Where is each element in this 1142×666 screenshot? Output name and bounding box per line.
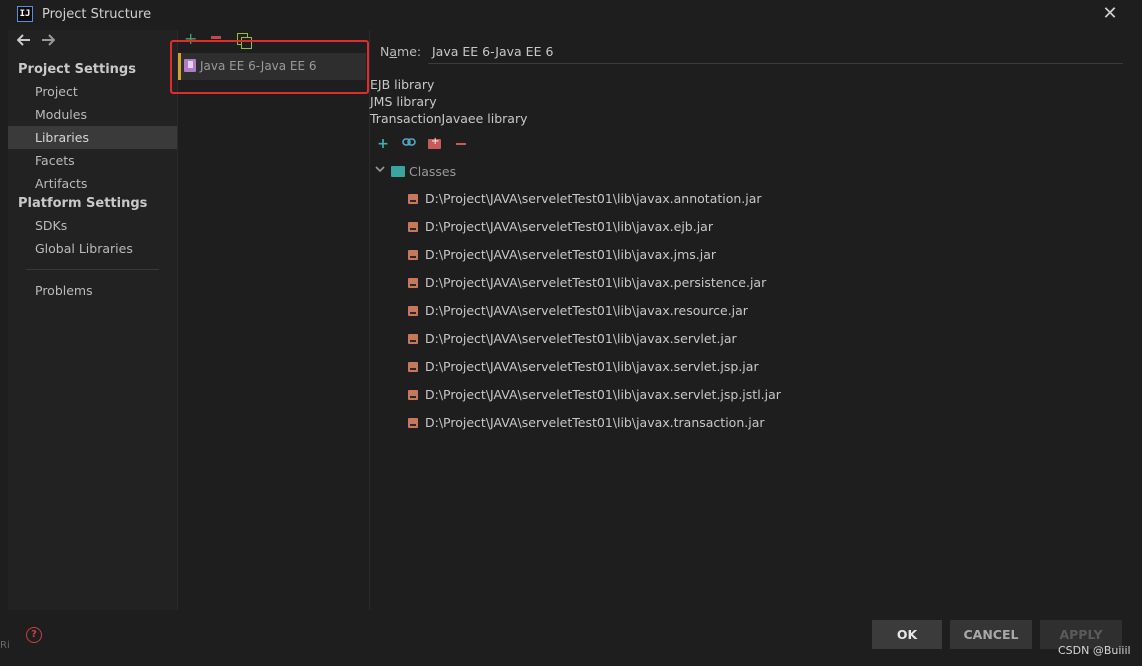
remove-root-button[interactable] <box>456 143 466 145</box>
back-arrow-icon[interactable] <box>16 34 32 50</box>
add-root-button[interactable]: + <box>376 137 390 151</box>
jar-tree-item[interactable]: D:\Project\JAVA\serveletTest01\lib\javax… <box>408 245 716 265</box>
add-folder-icon[interactable] <box>428 136 441 149</box>
classes-tree-node[interactable]: Classes <box>409 164 456 179</box>
cancel-button[interactable]: CANCEL <box>950 620 1032 649</box>
sidebar-item-artifacts[interactable]: Artifacts <box>8 172 177 195</box>
jar-tree-item[interactable]: D:\Project\JAVA\serveletTest01\lib\javax… <box>408 273 766 293</box>
sidebar-separator <box>177 30 178 610</box>
sidebar-item-problems[interactable]: Problems <box>8 279 177 302</box>
sidebar-item-project[interactable]: Project <box>8 80 177 103</box>
jar-tree-item[interactable]: D:\Project\JAVA\serveletTest01\lib\javax… <box>408 189 762 209</box>
jar-tree-item[interactable]: D:\Project\JAVA\serveletTest01\lib\javax… <box>408 329 737 349</box>
jar-tree-item[interactable]: D:\Project\JAVA\serveletTest01\lib\javax… <box>408 413 765 433</box>
sidebar-item-global-libraries[interactable]: Global Libraries <box>8 237 177 260</box>
watermark: CSDN @Buiiil <box>1058 644 1131 657</box>
library-description-line: TransactionJavaee library <box>370 111 528 126</box>
jar-tree-item[interactable]: D:\Project\JAVA\serveletTest01\lib\javax… <box>408 385 781 405</box>
jar-tree-item[interactable]: D:\Project\JAVA\serveletTest01\lib\javax… <box>408 217 713 237</box>
sidebar-item-libraries[interactable]: Libraries <box>8 126 177 149</box>
ok-button[interactable]: OK <box>872 620 942 649</box>
jar-icon <box>408 390 418 400</box>
annotation-highlight-box <box>170 40 369 94</box>
window-title: Project Structure <box>42 7 152 22</box>
remove-library-button[interactable] <box>211 36 221 39</box>
sidebar-divider <box>26 269 159 270</box>
name-field[interactable]: Java EE 6-Java EE 6 <box>432 44 553 59</box>
chevron-down-icon[interactable] <box>375 165 385 176</box>
attach-link-icon[interactable] <box>402 137 416 151</box>
classes-folder-icon <box>391 166 405 177</box>
library-description-line: EJB library <box>370 77 435 92</box>
jar-icon <box>408 222 418 232</box>
jar-icon <box>408 418 418 428</box>
name-field-underline <box>428 63 1123 64</box>
jar-icon <box>408 250 418 260</box>
forward-arrow-icon[interactable] <box>40 34 56 50</box>
jar-icon <box>408 278 418 288</box>
jar-tree-item[interactable]: D:\Project\JAVA\serveletTest01\lib\javax… <box>408 301 748 321</box>
name-field-label: Name: <box>380 44 422 59</box>
title-bar <box>0 0 1142 30</box>
edge-fragment-text: Ri <box>0 640 10 651</box>
jar-icon <box>408 362 418 372</box>
help-icon[interactable]: ? <box>26 627 42 643</box>
sidebar-item-sdks[interactable]: SDKs <box>8 214 177 237</box>
close-button[interactable]: ✕ <box>1100 4 1120 24</box>
sidebar-item-facets[interactable]: Facets <box>8 149 177 172</box>
library-description-line: JMS library <box>370 94 437 109</box>
platform-settings-header: Platform Settings <box>18 196 148 211</box>
intellij-app-icon: IJ <box>17 6 33 22</box>
project-settings-header: Project Settings <box>18 62 136 77</box>
jar-icon <box>408 194 418 204</box>
jar-icon <box>408 334 418 344</box>
jar-icon <box>408 306 418 316</box>
sidebar-item-modules[interactable]: Modules <box>8 103 177 126</box>
jar-tree-item[interactable]: D:\Project\JAVA\serveletTest01\lib\javax… <box>408 357 759 377</box>
